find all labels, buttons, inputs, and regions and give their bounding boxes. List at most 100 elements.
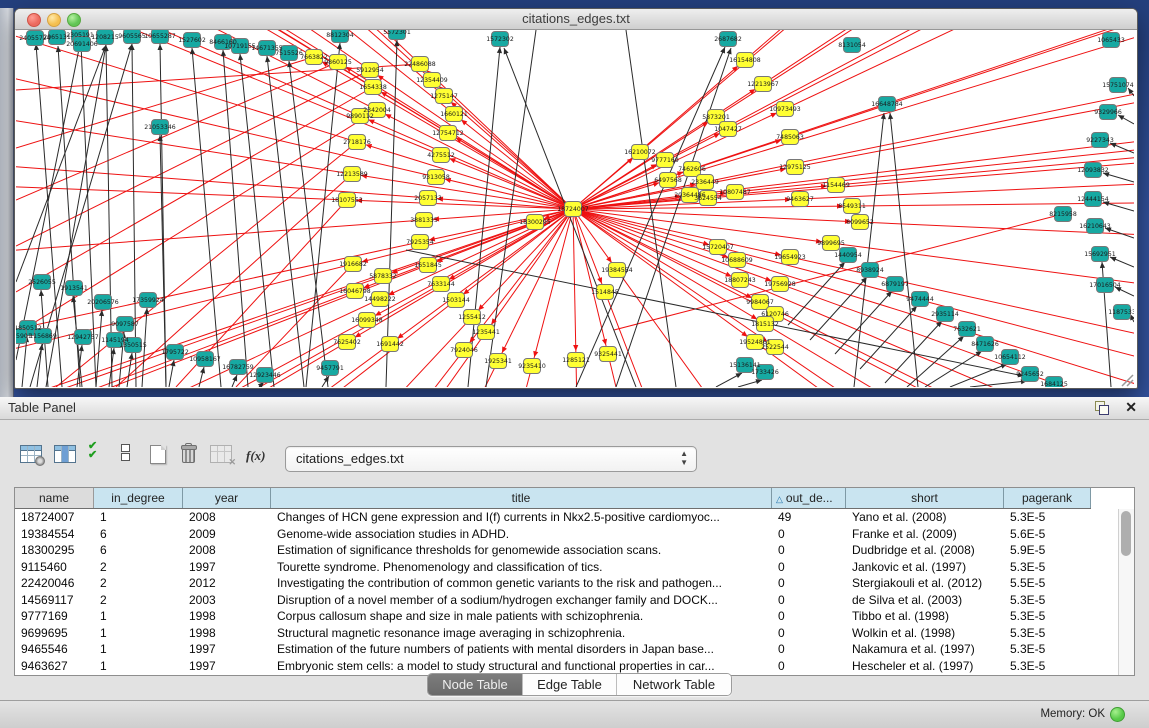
table-row[interactable]: 1938455462009Genome-wide association stu… xyxy=(15,526,1134,543)
column-header-title[interactable]: title xyxy=(271,488,772,508)
graph-node-label: 1660121 xyxy=(440,111,468,118)
trash-icon[interactable] xyxy=(180,443,196,462)
table-cell: 1997 xyxy=(183,559,271,576)
table-cell: Nakamura et al. (1997) xyxy=(846,641,1004,658)
citation-network-graph: 2405572420651312305191120821596055651065… xyxy=(16,30,1134,387)
table-cell: Corpus callosum shape and size in male p… xyxy=(271,608,772,625)
memory-status-dot[interactable] xyxy=(1110,707,1125,722)
rows-icon[interactable] xyxy=(121,444,130,462)
new-document-icon[interactable] xyxy=(150,445,166,464)
close-panel-icon[interactable]: ✕ xyxy=(1125,399,1137,416)
graph-node-label: 1795722 xyxy=(161,349,189,356)
table-cell: Dudbridge et al. (2008) xyxy=(846,542,1004,559)
table-row[interactable]: 1830029562008Estimation of significance … xyxy=(15,542,1134,559)
memory-status-label: Memory: OK xyxy=(1040,708,1105,720)
graph-node-label: 16210072 xyxy=(624,149,656,156)
scrollbar-thumb[interactable] xyxy=(1121,511,1131,556)
table-row[interactable]: 1456911722003Disruption of a novel membe… xyxy=(15,592,1134,609)
graph-node-label: 16648784 xyxy=(871,101,903,108)
table-row[interactable]: 1872400712008Changes of HCN gene express… xyxy=(15,509,1134,526)
table-header-row: namein_degreeyeartitle△out_de...shortpag… xyxy=(15,488,1091,509)
table-row[interactable]: 946554611997Estimation of the future num… xyxy=(15,641,1134,658)
delete-table-icon-disabled: ✕ xyxy=(210,445,232,463)
column-header-pagerank[interactable]: pagerank xyxy=(1004,488,1091,508)
graph-node-label: 20206576 xyxy=(87,299,119,306)
table-cell: 0 xyxy=(772,625,846,642)
graph-node-label: 1527602 xyxy=(178,37,206,44)
column-header-year[interactable]: year xyxy=(183,488,271,508)
graph-node-label: 1065433 xyxy=(1097,37,1125,44)
table-cell: 1998 xyxy=(183,625,271,642)
column-select-icon[interactable] xyxy=(54,445,76,463)
column-header-out_de[interactable]: △out_de... xyxy=(772,488,846,508)
graph-node-label: 15136141 xyxy=(729,362,761,369)
graph-node-label: 2935114 xyxy=(931,311,959,318)
column-header-short[interactable]: short xyxy=(846,488,1004,508)
table-row[interactable]: 969969511998Structural magnetic resonanc… xyxy=(15,625,1134,642)
table-row[interactable]: 2242004622012Investigating the contribut… xyxy=(15,575,1134,592)
column-header-name[interactable]: name xyxy=(15,488,94,508)
graph-node-label: 7485063 xyxy=(776,134,804,141)
table-cell: Estimation of the future numbers of pati… xyxy=(271,641,772,658)
table-cell: Changes of HCN gene expression and I(f) … xyxy=(271,509,772,526)
graph-node-label: 10654112 xyxy=(994,354,1026,361)
function-icon[interactable]: f(x) xyxy=(246,447,266,465)
graph-node-label: 1047427 xyxy=(714,126,742,133)
graph-node-label: 2057133 xyxy=(414,195,442,202)
graph-node-label: 9245652 xyxy=(1016,371,1044,378)
table-cell: 5.3E-5 xyxy=(1004,559,1091,576)
graph-node-label: 8131054 xyxy=(838,42,866,49)
table-cell: 0 xyxy=(772,559,846,576)
table-cell: 6 xyxy=(94,542,183,559)
graph-node-label: 8549311 xyxy=(838,203,866,210)
table-cell: Jankovic et al. (1997) xyxy=(846,559,1004,576)
network-canvas[interactable]: 2405572420651312305191120821596055651065… xyxy=(16,30,1134,387)
graph-node-label: 10655287 xyxy=(144,33,176,40)
graph-node-label: 1255412 xyxy=(458,314,486,321)
table-cell: 1997 xyxy=(183,641,271,658)
graph-node-label: 4275512 xyxy=(427,152,455,159)
graph-node-label: 2522544 xyxy=(761,344,789,351)
table-settings-icon[interactable] xyxy=(20,445,42,463)
table-cell: Investigating the contribution of common… xyxy=(271,575,772,592)
table-cell: 5.3E-5 xyxy=(1004,509,1091,526)
graph-node-label: 2718176 xyxy=(343,139,371,146)
table-cell: Yano et al. (2008) xyxy=(846,509,1004,526)
graph-node-label: 9890112 xyxy=(346,113,374,120)
table-vertical-scrollbar[interactable] xyxy=(1118,509,1134,675)
graph-node-label: 1235441 xyxy=(472,329,500,336)
graph-node-label: 1154469 xyxy=(822,182,850,189)
graph-node-label: 1208215 xyxy=(91,34,119,41)
tab-network-table[interactable]: Network Table xyxy=(617,674,731,695)
node-table: namein_degreeyeartitle△out_de...shortpag… xyxy=(14,487,1135,676)
graph-node-label: 7462606 xyxy=(678,166,706,173)
graph-node-label: 9329966 xyxy=(1094,109,1122,116)
column-header-in_degree[interactable]: in_degree xyxy=(94,488,183,508)
graph-node-label: 10807487 xyxy=(719,189,751,196)
table-row[interactable]: 946362711997Embryonic stem cells: a mode… xyxy=(15,658,1134,675)
graph-node-label: 16210643 xyxy=(1079,223,1111,230)
graph-node-label: 16154808 xyxy=(729,57,761,64)
graph-node-label: 12975125 xyxy=(779,164,811,171)
table-row[interactable]: 977716911998Corpus callosum shape and si… xyxy=(15,608,1134,625)
table-row[interactable]: 911546021997Tourette syndrome. Phenomeno… xyxy=(15,559,1134,576)
table-selector-dropdown[interactable]: citations_edges.txt ▲▼ xyxy=(285,446,697,472)
graph-node-label: 1654338 xyxy=(359,84,387,91)
row-checks-icon[interactable]: ✔✔ xyxy=(88,442,102,460)
graph-node-label: 12942757 xyxy=(67,334,99,341)
tab-node-table[interactable]: Node Table xyxy=(428,674,523,695)
graph-node-label: 9984067 xyxy=(746,299,774,306)
graph-node-label: 1850512 xyxy=(16,325,42,332)
table-cell: 18724007 xyxy=(15,509,94,526)
table-cell: 9465546 xyxy=(15,641,94,658)
network-window-titlebar[interactable]: citations_edges.txt xyxy=(15,9,1137,30)
sort-ascending-icon: △ xyxy=(776,494,783,504)
graph-node-label: 1916682 xyxy=(339,261,367,268)
table-cell: 19384554 xyxy=(15,526,94,543)
float-panel-icon[interactable] xyxy=(1095,401,1109,415)
tab-edge-table[interactable]: Edge Table xyxy=(523,674,617,695)
graph-node-label: 1684125 xyxy=(1040,381,1068,387)
graph-node-label: 2526055 xyxy=(28,279,56,286)
table-cell: 0 xyxy=(772,526,846,543)
graph-node-label: 12354409 xyxy=(416,77,448,84)
